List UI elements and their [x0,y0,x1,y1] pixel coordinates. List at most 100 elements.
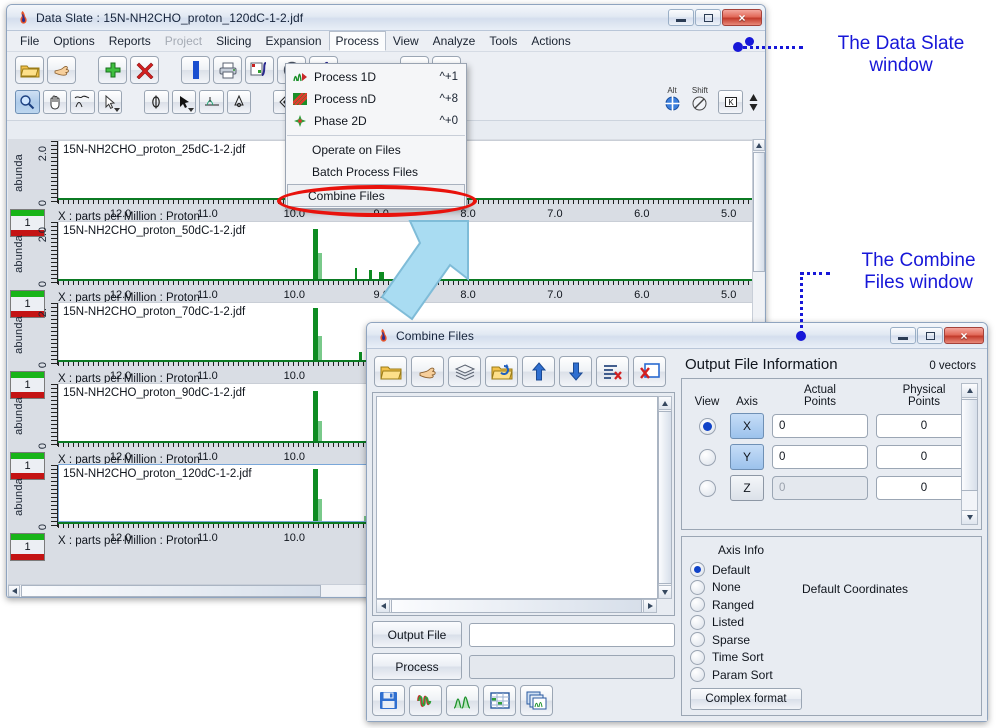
combine-files-titlebar[interactable]: Combine Files × [367,323,987,349]
scroll-down-icon[interactable] [658,585,672,599]
output-file-button[interactable]: Output File [372,621,462,648]
multi-window-icon[interactable] [520,685,553,716]
remove-list-item-icon[interactable] [596,356,629,387]
axis-button-y[interactable]: Y [730,444,764,470]
menu-bar[interactable]: File Options Reports Project Slicing Exp… [7,31,765,52]
output-file-input[interactable] [469,622,675,647]
complex-format-button[interactable]: Complex format [690,687,802,710]
menu-item-view[interactable]: View [386,31,426,51]
open-folder-icon[interactable] [374,356,407,387]
delete-x-icon[interactable] [130,56,159,84]
scroll-down-icon[interactable] [961,510,978,525]
table-grid-icon[interactable] [483,685,516,716]
shift-modifier-group[interactable]: Shift [691,87,708,117]
axis-info-option-time-sort[interactable]: Time Sort [690,649,975,667]
axis-info-option-listed[interactable]: Listed [690,614,975,632]
axes-scroll-thumb[interactable] [961,399,978,491]
add-plus-icon[interactable] [98,56,127,84]
data-slate-titlebar[interactable]: Data Slate : 15N-NH2CHO_proton_120dC-1-2… [7,5,765,31]
file-list-vertical-scrollbar[interactable] [658,396,672,599]
menu-option-operate-on-files[interactable]: Operate on Files [286,139,466,161]
alt-modifier-group[interactable]: Alt [664,87,681,117]
spectrum-peaks-icon[interactable] [446,685,479,716]
integral-grid-icon[interactable] [245,56,274,84]
axis-button-x[interactable]: X [730,413,764,439]
combine-files-window[interactable]: Combine Files × Output File Process Outp… [366,322,988,722]
pointing-hand-icon[interactable] [411,356,444,387]
menu-item-actions[interactable]: Actions [524,31,577,51]
menu-item-expansion[interactable]: Expansion [258,31,328,51]
horizontal-scroll-thumb[interactable] [21,585,321,597]
k-box-icon[interactable]: K [718,90,743,114]
radio-sparse[interactable] [690,632,705,648]
menu-item-slicing[interactable]: Slicing [209,31,258,51]
alt-crosshair-icon[interactable] [664,95,681,117]
actual-points-y[interactable]: 0 [772,445,868,469]
peak-pick-icon[interactable] [70,90,95,114]
menu-item-file[interactable]: File [13,31,46,51]
physical-points-z[interactable]: 0 [876,476,972,500]
menu-option-combine-files[interactable]: Combine Files [287,184,465,207]
pointing-hand-icon[interactable] [47,56,76,84]
scroll-up-icon[interactable] [658,396,672,410]
scroll-right-icon[interactable] [643,599,657,613]
axis-info-option-ranged[interactable]: Ranged [690,596,975,614]
clear-all-icon[interactable] [633,356,666,387]
status-badge[interactable]: 1 [10,533,45,561]
stack-layers-icon[interactable] [448,356,481,387]
radio-time-sort[interactable] [690,649,705,665]
radio-none[interactable] [690,579,705,595]
physical-points-y[interactable]: 0 [876,445,972,469]
menu-option-process-nd[interactable]: Process nD ^+8 [286,88,466,110]
vertical-scroll-thumb[interactable] [753,152,765,272]
view-radio-x[interactable] [698,417,716,435]
close-icon[interactable]: × [722,9,762,26]
view-radio-y[interactable] [698,448,716,466]
menu-option-process-1d[interactable]: Process 1D ^+1 [286,66,466,88]
file-list[interactable] [376,396,658,599]
menu-item-reports[interactable]: Reports [102,31,158,51]
print-icon[interactable] [213,56,242,84]
move-down-arrow-icon[interactable] [559,356,592,387]
actual-points-x[interactable]: 0 [772,414,868,438]
file-list-h-scroll-thumb[interactable] [391,599,642,613]
menu-item-process[interactable]: Process [328,31,386,51]
axis-info-option-default[interactable]: Default [690,561,975,579]
radio-ranged[interactable] [690,597,705,613]
folder-refresh-icon[interactable] [485,356,518,387]
minimize-icon[interactable] [668,9,694,26]
radio-listed[interactable] [690,614,705,630]
axes-vertical-scrollbar[interactable] [961,383,978,525]
scroll-up-icon[interactable] [753,139,765,151]
scroll-up-icon[interactable] [961,383,978,398]
radio-param-sort[interactable] [690,667,705,683]
pan-hand-icon[interactable] [42,90,68,114]
axis-info-option-param-sort[interactable]: Param Sort [690,666,975,684]
select-arrow-icon[interactable] [97,90,123,114]
blue-bar-icon[interactable] [181,56,210,84]
menu-item-options[interactable]: Options [46,31,101,51]
process-button[interactable]: Process [372,653,462,680]
file-list-panel[interactable] [372,392,675,616]
fid-waveform-icon[interactable] [409,685,442,716]
minimize-icon[interactable] [890,327,916,344]
close-icon[interactable]: × [944,327,984,344]
menu-option-batch-process-files[interactable]: Batch Process Files [286,161,466,183]
menu-item-tools[interactable]: Tools [482,31,524,51]
updown-spinner-icon[interactable] [748,93,759,112]
baseline-icon[interactable] [199,90,224,114]
radio-default[interactable] [690,562,705,578]
file-list-scroll-thumb[interactable] [658,411,672,584]
phase-zero-icon[interactable] [144,90,169,114]
zoom-icon[interactable] [15,90,40,114]
menu-item-analyze[interactable]: Analyze [426,31,483,51]
menu-option-phase-2d[interactable]: Phase 2D ^+0 [286,110,466,132]
cursor-arrow-icon[interactable] [171,90,197,114]
process-menu-dropdown[interactable]: Process 1D ^+1 Process nD ^+8 Phase 2D ^… [285,63,467,209]
peak-icon[interactable] [226,90,252,114]
scroll-left-icon[interactable] [8,585,20,597]
scroll-left-icon[interactable] [376,599,390,613]
physical-points-x[interactable]: 0 [876,414,972,438]
maximize-icon[interactable] [917,327,943,344]
save-disk-icon[interactable] [372,685,405,716]
